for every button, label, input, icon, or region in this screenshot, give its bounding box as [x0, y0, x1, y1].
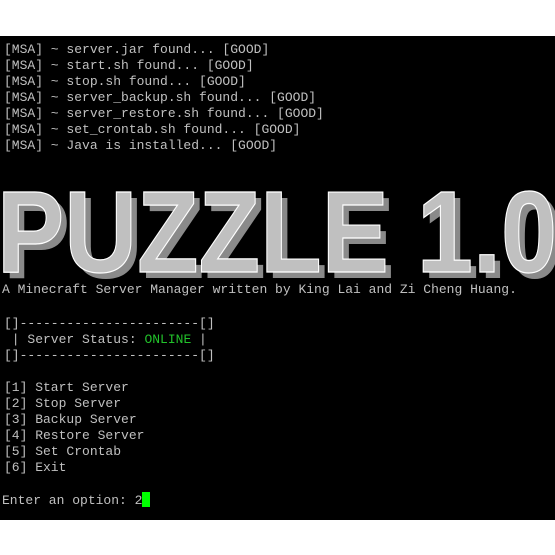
menu-item-set-crontab: [5] Set Crontab — [4, 444, 122, 459]
menu-item-exit: [6] Exit — [4, 460, 67, 475]
status-line: | Server Status: ONLINE | — [4, 332, 207, 348]
banner-text: PUZZLE 1.0 — [0, 172, 555, 292]
option-prompt[interactable]: Enter an option: 2 — [2, 492, 151, 508]
subtitle: A Minecraft Server Manager written by Ki… — [2, 282, 517, 297]
terminal-window[interactable]: [MSA] ~ server.jar found... [GOOD] [MSA]… — [0, 36, 555, 520]
startup-check-line: [MSA] ~ set_crontab.sh found... [GOOD] — [4, 122, 301, 137]
startup-check-line: [MSA] ~ Java is installed... [GOOD] — [4, 138, 278, 153]
status-box-bottom-border: []-----------------------[] — [4, 348, 215, 363]
prompt-label: Enter an option: — [2, 493, 135, 508]
prompt-input-value[interactable]: 2 — [135, 493, 143, 508]
text-cursor — [142, 492, 151, 507]
startup-check-line: [MSA] ~ server_restore.sh found... [GOOD… — [4, 106, 324, 121]
startup-check-line: [MSA] ~ start.sh found... [GOOD] — [4, 58, 254, 73]
menu-item-start-server: [1] Start Server — [4, 380, 129, 395]
status-suffix: | — [191, 332, 207, 347]
status-label: | Server Status: — [4, 332, 145, 347]
menu-item-backup-server: [3] Backup Server — [4, 412, 137, 427]
status-value: ONLINE — [144, 332, 192, 347]
startup-check-line: [MSA] ~ server.jar found... [GOOD] — [4, 42, 270, 57]
menu-item-stop-server: [2] Stop Server — [4, 396, 122, 411]
status-box-top-border: []-----------------------[] — [4, 316, 215, 331]
ascii-banner: PUZZLE 1.0 PUZZLE 1.0 — [0, 172, 555, 292]
startup-check-line: [MSA] ~ stop.sh found... [GOOD] — [4, 74, 246, 89]
startup-check-line: [MSA] ~ server_backup.sh found... [GOOD] — [4, 90, 317, 105]
menu-item-restore-server: [4] Restore Server — [4, 428, 145, 443]
